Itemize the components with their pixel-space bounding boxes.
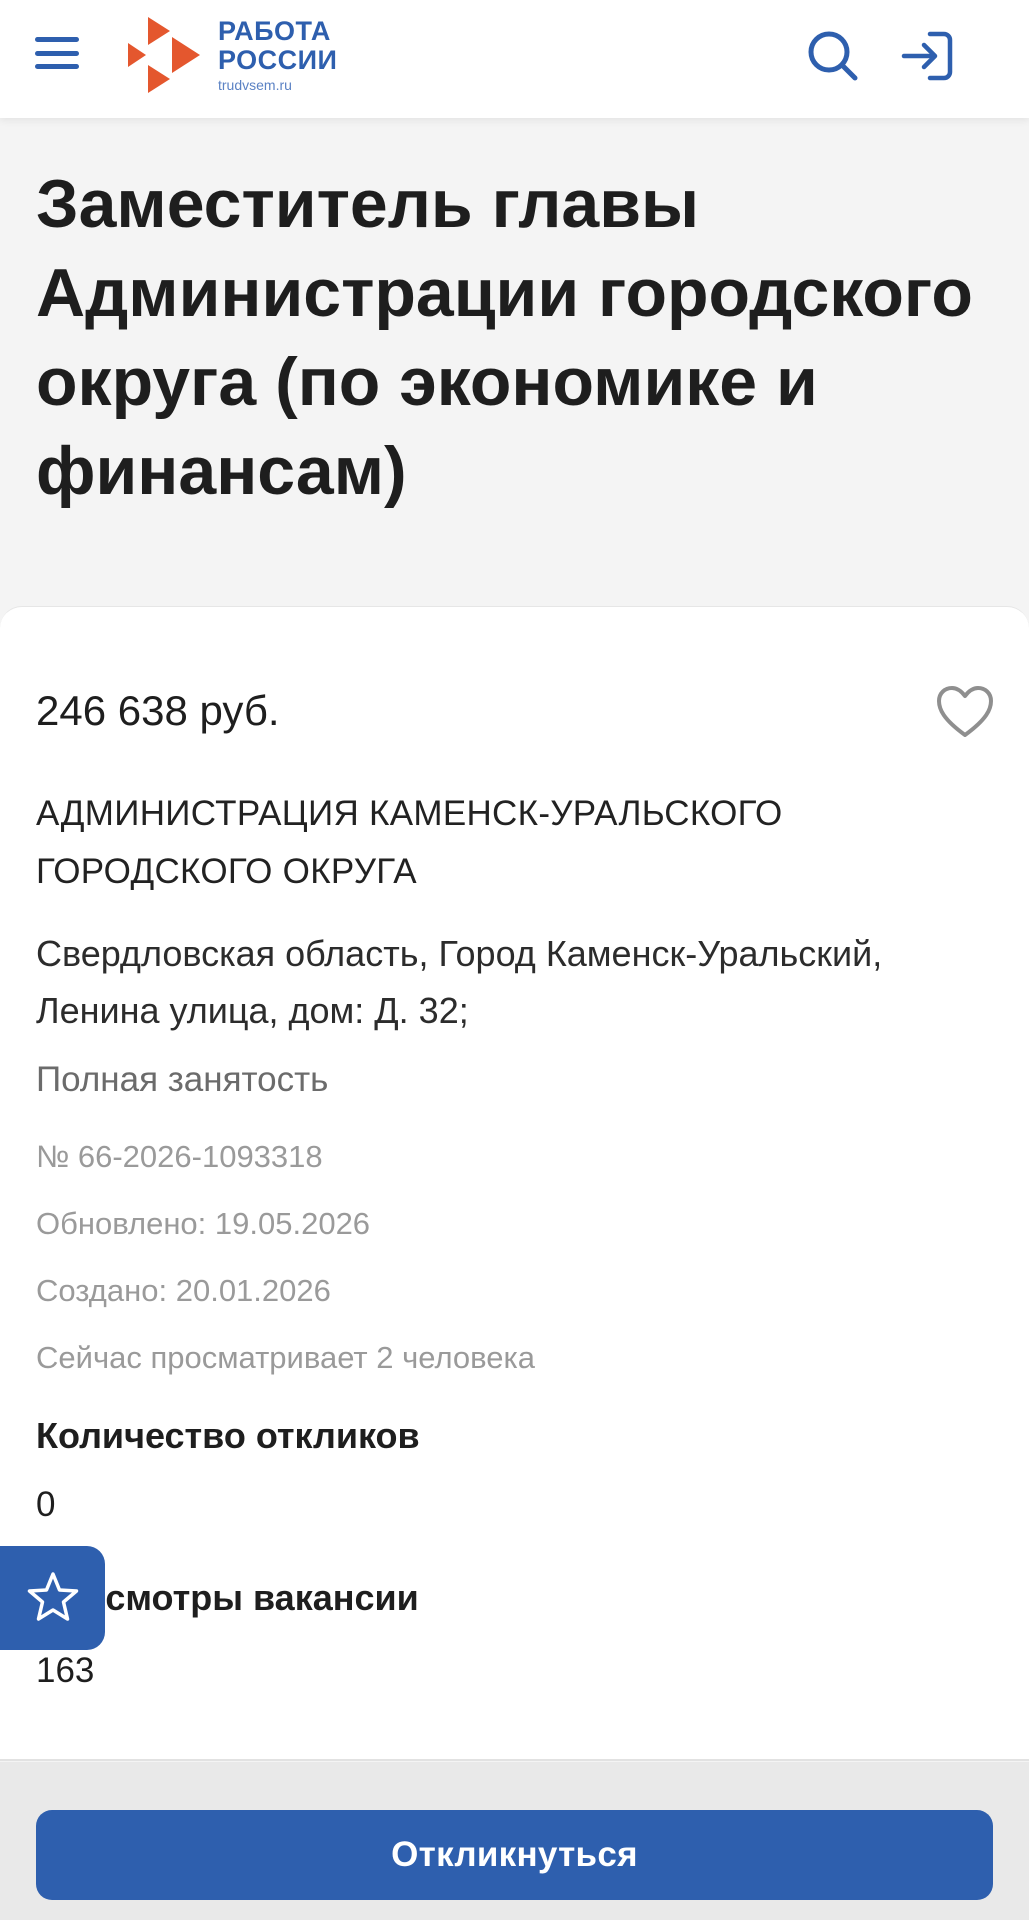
logo-line2: РОССИИ (218, 45, 338, 75)
search-icon[interactable] (805, 28, 861, 84)
star-icon[interactable] (0, 1546, 105, 1650)
responses-label: Количество откликов (36, 1415, 420, 1456)
logo[interactable]: РАБОТА РОССИИ trudvsem.ru (124, 10, 354, 100)
logo-mark-icon (128, 17, 200, 93)
bottom-action-bar: Откликнуться (0, 1762, 1029, 1920)
views-value: 163 (36, 1651, 95, 1690)
employment-type: Полная занятость (36, 1060, 329, 1099)
vacancy-title: Заместитель главы Администрации городско… (36, 166, 973, 509)
updated-date: Обновлено: 19.05.2026 (36, 1206, 371, 1241)
watching-now: Сейчас просматривает 2 человека (36, 1340, 535, 1375)
login-icon[interactable] (900, 28, 956, 84)
vacancy-page: РАБОТА РОССИИ trudvsem.ru Заместитель гл… (0, 0, 1029, 1920)
created-date: Создано: 20.01.2026 (36, 1273, 331, 1308)
hamburger-menu-icon[interactable] (33, 33, 81, 73)
logo-line1: РАБОТА (218, 16, 331, 46)
company-name[interactable]: АДМИНИСТРАЦИЯ КАМЕНСК-УРАЛЬСКОГО ГОРОДСК… (36, 785, 996, 901)
vacancy-card: 246 638 руб. АДМИНИСТРАЦИЯ КАМЕНСК-УРАЛЬ… (0, 606, 1029, 1761)
vacancy-number: № 66-2026-1093318 (36, 1139, 323, 1174)
address: Свердловская область, Город Каменск-Урал… (36, 933, 883, 1031)
logo-site: trudvsem.ru (218, 77, 292, 93)
heart-icon[interactable] (935, 685, 995, 741)
logo-text: РАБОТА РОССИИ trudvsem.ru (218, 16, 338, 93)
responses-value: 0 (36, 1485, 56, 1524)
card-divider (0, 1759, 1029, 1761)
apply-button[interactable]: Откликнуться (36, 1810, 993, 1900)
salary: 246 638 руб. (36, 687, 280, 734)
top-header: РАБОТА РОССИИ trudvsem.ru (0, 0, 1029, 118)
